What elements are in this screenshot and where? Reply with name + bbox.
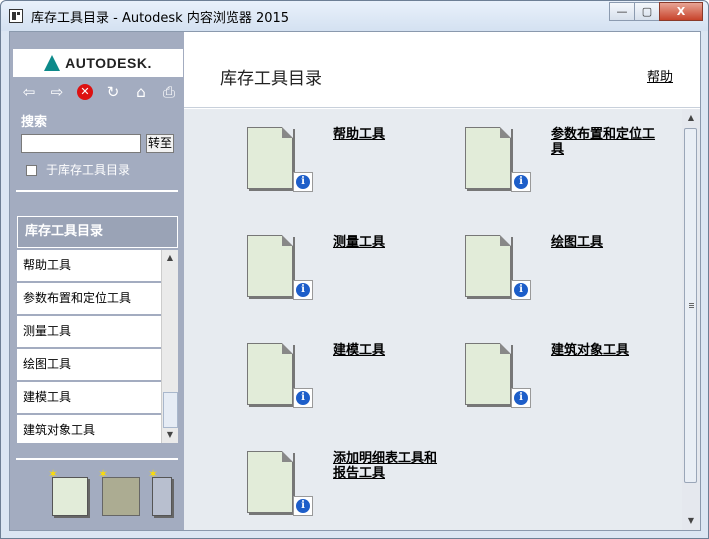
nav-scrollbar[interactable]: ▲ ▼ bbox=[161, 250, 178, 443]
main-panel: 库存工具目录 帮助 i 帮助工具 i 参数布置和定位工具 i 测量工具 i 绘图… bbox=[184, 32, 700, 530]
main-header: 库存工具目录 帮助 bbox=[184, 32, 700, 108]
grip-icon bbox=[689, 303, 694, 309]
info-button[interactable]: i bbox=[511, 172, 531, 192]
title-bar[interactable]: 库存工具目录 - Autodesk 内容浏览器 2015 — ▢ X bbox=[1, 1, 708, 31]
page-title: 库存工具目录 bbox=[220, 69, 322, 89]
catalog-doc-icon[interactable] bbox=[52, 477, 88, 516]
tool-link[interactable]: 参数布置和定位工具 bbox=[551, 127, 661, 157]
tool-link[interactable]: 建筑对象工具 bbox=[551, 343, 661, 358]
tool-grid: i 帮助工具 i 参数布置和定位工具 i 测量工具 i 绘图工具 i 建模工具 … bbox=[184, 109, 682, 530]
main-scrollbar[interactable]: ▲ ▼ bbox=[682, 109, 700, 530]
document-icon[interactable] bbox=[247, 343, 293, 405]
info-button[interactable]: i bbox=[293, 496, 313, 516]
scope-checkbox[interactable] bbox=[26, 165, 37, 176]
goto-button[interactable]: 转至 bbox=[146, 134, 174, 153]
autodesk-logo: AUTODESK. bbox=[13, 49, 183, 77]
document-icon[interactable] bbox=[247, 127, 293, 189]
logo-text: AUTODESK. bbox=[65, 55, 152, 71]
info-button[interactable]: i bbox=[511, 280, 531, 300]
sidebar: AUTODESK. ⇦ ⇨ ✕ ↻ ⌂ ⎙ 搜索 转至 于库存工具目录 库存工具… bbox=[10, 32, 184, 530]
nav-item-building-object-tools[interactable]: 建筑对象工具 bbox=[17, 415, 161, 443]
info-button[interactable]: i bbox=[293, 172, 313, 192]
autodesk-logo-icon bbox=[44, 55, 61, 71]
nav-toolbar: ⇦ ⇨ ✕ ↻ ⌂ ⎙ bbox=[18, 81, 180, 103]
scroll-up-arrow-icon[interactable]: ▲ bbox=[164, 252, 176, 264]
info-icon: i bbox=[514, 391, 528, 405]
tool-link[interactable]: 建模工具 bbox=[333, 343, 443, 358]
nav-header[interactable]: 库存工具目录 bbox=[17, 216, 178, 248]
divider bbox=[16, 458, 178, 460]
back-icon[interactable]: ⇦ bbox=[18, 81, 40, 103]
document-icon[interactable] bbox=[465, 343, 511, 405]
document-icon[interactable] bbox=[247, 451, 293, 513]
info-icon: i bbox=[514, 283, 528, 297]
print-icon[interactable]: ⎙ bbox=[158, 81, 180, 103]
minimize-button[interactable]: — bbox=[609, 2, 635, 21]
document-icon[interactable] bbox=[465, 235, 511, 297]
help-link[interactable]: 帮助 bbox=[647, 66, 673, 85]
stop-button[interactable]: ✕ bbox=[74, 81, 96, 103]
scroll-thumb[interactable] bbox=[684, 128, 697, 483]
info-button[interactable]: i bbox=[293, 280, 313, 300]
refresh-icon[interactable]: ↻ bbox=[102, 81, 124, 103]
search-input[interactable] bbox=[21, 134, 141, 153]
nav-item-help-tools[interactable]: 帮助工具 bbox=[17, 250, 161, 283]
stop-icon: ✕ bbox=[77, 84, 93, 100]
catalog-view-icons: ✶ ✶ ✶ bbox=[46, 468, 181, 519]
nav-item-drawing-tools[interactable]: 绘图工具 bbox=[17, 349, 161, 382]
tool-link[interactable]: 帮助工具 bbox=[333, 127, 443, 142]
nav-item-modeling-tools[interactable]: 建模工具 bbox=[17, 382, 161, 415]
scroll-thumb[interactable] bbox=[163, 392, 178, 428]
catalog-panel-icon[interactable] bbox=[152, 477, 172, 516]
info-icon: i bbox=[296, 391, 310, 405]
tool-link[interactable]: 绘图工具 bbox=[551, 235, 661, 250]
search-label: 搜索 bbox=[21, 115, 48, 130]
window-controls: — ▢ X bbox=[609, 2, 703, 21]
scroll-up-arrow-icon[interactable]: ▲ bbox=[685, 112, 697, 124]
scroll-down-arrow-icon[interactable]: ▼ bbox=[685, 515, 697, 527]
window-title: 库存工具目录 - Autodesk 内容浏览器 2015 bbox=[31, 11, 290, 26]
divider bbox=[16, 190, 178, 192]
app-window: 库存工具目录 - Autodesk 内容浏览器 2015 — ▢ X AUTOD… bbox=[0, 0, 709, 539]
info-icon: i bbox=[296, 499, 310, 513]
tool-link[interactable]: 测量工具 bbox=[333, 235, 443, 250]
scroll-down-arrow-icon[interactable]: ▼ bbox=[164, 429, 176, 441]
info-button[interactable]: i bbox=[511, 388, 531, 408]
nav-item-measure-tools[interactable]: 测量工具 bbox=[17, 316, 161, 349]
catalog-library-icon[interactable] bbox=[102, 477, 140, 516]
nav-item-parametric-layout-tools[interactable]: 参数布置和定位工具 bbox=[17, 283, 161, 316]
home-icon[interactable]: ⌂ bbox=[130, 81, 152, 103]
info-icon: i bbox=[514, 175, 528, 189]
close-button[interactable]: X bbox=[659, 2, 703, 21]
scope-label: 于库存工具目录 bbox=[46, 163, 131, 177]
app-icon bbox=[9, 9, 23, 23]
nav-list: 帮助工具 参数布置和定位工具 测量工具 绘图工具 建模工具 建筑对象工具 bbox=[17, 250, 161, 443]
info-button[interactable]: i bbox=[293, 388, 313, 408]
document-icon[interactable] bbox=[247, 235, 293, 297]
forward-icon[interactable]: ⇨ bbox=[46, 81, 68, 103]
info-icon: i bbox=[296, 283, 310, 297]
info-icon: i bbox=[296, 175, 310, 189]
tool-link[interactable]: 添加明细表工具和报告工具 bbox=[333, 451, 443, 481]
document-icon[interactable] bbox=[465, 127, 511, 189]
client-area: AUTODESK. ⇦ ⇨ ✕ ↻ ⌂ ⎙ 搜索 转至 于库存工具目录 库存工具… bbox=[9, 31, 701, 531]
maximize-button[interactable]: ▢ bbox=[634, 2, 660, 21]
